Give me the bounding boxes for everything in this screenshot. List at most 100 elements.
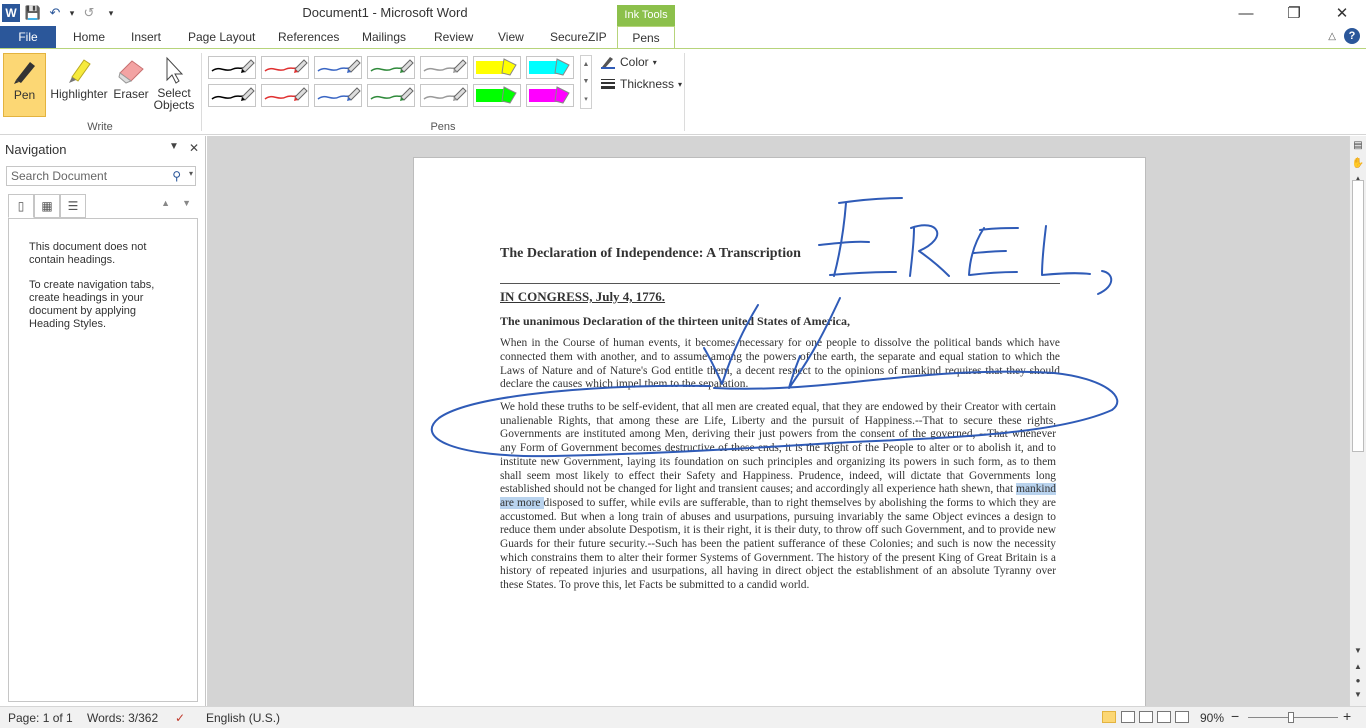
gallery-up-icon[interactable]: ▲ (583, 61, 590, 68)
window-title: Document1 - Microsoft Word (302, 5, 468, 20)
language-indicator[interactable]: English (U.S.) (206, 711, 280, 725)
pen-swatch[interactable] (526, 84, 574, 107)
tab-securezip[interactable]: SecureZIP (550, 26, 607, 48)
proofing-icon[interactable]: ✓ (175, 711, 185, 725)
pen-swatch[interactable] (314, 56, 362, 79)
gallery-down-icon[interactable]: ▼ (583, 78, 590, 85)
document-title[interactable]: The Declaration of Independence: A Trans… (500, 246, 801, 262)
eraser-icon (118, 60, 144, 84)
scroll-thumb[interactable] (1352, 180, 1364, 452)
ribbon: Pen Highlighter Eraser Select Objects Wr… (0, 48, 1366, 135)
navigation-title: Navigation (5, 142, 67, 157)
congress-heading[interactable]: IN CONGRESS, July 4, 1776. (500, 289, 665, 305)
ink-tools-contextual-label: Ink Tools (617, 5, 675, 26)
ink-stroke (968, 227, 1019, 276)
pen-swatch[interactable] (473, 56, 521, 79)
word-count[interactable]: Words: 3/362 (87, 711, 158, 725)
pen-gallery-scroll[interactable]: ▲ ▼ ▾ (580, 55, 592, 109)
ink-stroke (1041, 225, 1091, 276)
search-icon[interactable]: ⚲ (172, 169, 181, 183)
group-divider (684, 53, 685, 131)
full-screen-reading-icon[interactable] (1121, 711, 1135, 723)
pen-swatch[interactable] (420, 56, 468, 79)
document-area: The Declaration of Independence: A Trans… (207, 136, 1349, 706)
write-group: Pen Highlighter Eraser Select Objects Wr… (0, 49, 200, 135)
ink-stroke (818, 197, 903, 277)
tab-pens[interactable]: Pens (617, 26, 675, 48)
scroll-down-icon[interactable]: ▼ (1350, 646, 1366, 655)
pen-swatch[interactable] (367, 56, 415, 79)
search-options-icon[interactable]: ▾ (189, 169, 193, 178)
document-page[interactable]: The Declaration of Independence: A Trans… (413, 157, 1146, 706)
pen-color-icon (601, 57, 615, 69)
previous-heading-icon[interactable]: ▲ (161, 198, 170, 208)
pen-button[interactable]: Pen (3, 53, 46, 117)
pen-swatch[interactable] (420, 84, 468, 107)
minimize-button[interactable]: — (1222, 0, 1270, 26)
paragraph-1[interactable]: When in the Course of human events, it b… (500, 337, 1060, 392)
eraser-button[interactable]: Eraser (112, 53, 150, 117)
tab-mailings[interactable]: Mailings (362, 26, 406, 48)
ink-stroke (1097, 270, 1113, 295)
color-button[interactable]: Color ▾ (600, 55, 657, 69)
vertical-scrollbar[interactable]: ▤ ✋ ▲ ▼ ▲ ● ▼ (1349, 136, 1366, 706)
pen-swatch[interactable] (208, 56, 256, 79)
ribbon-tabs: File Home Insert Page Layout References … (0, 26, 1366, 48)
document-subtitle[interactable]: The unanimous Declaration of the thirtee… (500, 314, 850, 329)
pen-swatch[interactable] (473, 84, 521, 107)
highlighter-button[interactable]: Highlighter (48, 53, 110, 117)
browse-headings-icon[interactable]: ▯ (8, 194, 34, 218)
zoom-in-icon[interactable]: + (1343, 708, 1351, 724)
help-icon[interactable]: ? (1344, 28, 1360, 44)
pen-icon (13, 62, 35, 84)
tab-view[interactable]: View (498, 26, 524, 48)
collapse-ribbon-icon[interactable]: △ (1328, 31, 1336, 42)
paragraph-2[interactable]: We hold these truths to be self-evident,… (500, 401, 1056, 593)
title-rule (500, 283, 1060, 284)
previous-page-icon[interactable]: ▲ (1350, 662, 1366, 671)
zoom-level[interactable]: 90% (1200, 711, 1224, 725)
web-layout-icon[interactable] (1139, 711, 1153, 723)
create-headings-hint: To create navigation tabs, create headin… (29, 279, 155, 330)
tab-references[interactable]: References (278, 26, 339, 48)
zoom-out-icon[interactable]: − (1231, 708, 1239, 724)
select-arrow-icon (166, 56, 184, 84)
tab-insert[interactable]: Insert (131, 26, 161, 48)
browse-results-icon[interactable]: ☰ (60, 194, 86, 218)
tab-file[interactable]: File (0, 26, 56, 48)
pen-swatch[interactable] (314, 84, 362, 107)
page-count[interactable]: Page: 1 of 1 (8, 711, 73, 725)
ink-stroke (909, 224, 950, 277)
next-heading-icon[interactable]: ▼ (182, 198, 191, 208)
close-pane-icon[interactable]: ✕ (189, 141, 199, 155)
select-browse-object-icon[interactable]: ● (1350, 676, 1366, 685)
pen-swatch[interactable] (261, 84, 309, 107)
draft-icon[interactable] (1175, 711, 1189, 723)
tab-home[interactable]: Home (73, 26, 105, 48)
gallery-more-icon[interactable]: ▾ (584, 95, 588, 103)
pen-swatch[interactable] (208, 84, 256, 107)
browse-pages-icon[interactable]: ▦ (34, 194, 60, 218)
close-button[interactable]: ✕ (1318, 0, 1366, 26)
search-document-input[interactable]: Search Document ⚲ ▾ (6, 166, 196, 186)
outline-icon[interactable] (1157, 711, 1171, 723)
hand-icon[interactable]: ✋ (1350, 158, 1366, 169)
pen-swatch[interactable] (261, 56, 309, 79)
select-objects-button[interactable]: Select Objects (152, 53, 196, 123)
restore-button[interactable]: ❐ (1270, 0, 1318, 26)
write-group-label: Write (87, 121, 113, 133)
zoom-slider-thumb[interactable] (1288, 712, 1294, 723)
pen-swatch[interactable] (367, 84, 415, 107)
pens-group-label: Pens (430, 121, 456, 133)
thickness-icon (601, 79, 615, 89)
pane-options-icon[interactable]: ▼ (169, 141, 179, 155)
navigation-content: This document does not contain headings.… (8, 218, 198, 702)
ruler-icon[interactable]: ▤ (1350, 140, 1366, 151)
navigation-pane: Navigation ▼ ✕ Search Document ⚲ ▾ ▯ ▦ ☰… (0, 136, 206, 706)
next-page-icon[interactable]: ▼ (1350, 690, 1366, 699)
print-layout-icon[interactable] (1102, 711, 1116, 723)
pen-swatch[interactable] (526, 56, 574, 79)
tab-review[interactable]: Review (434, 26, 473, 48)
tab-page-layout[interactable]: Page Layout (188, 26, 255, 48)
thickness-button[interactable]: Thickness ▾ (600, 77, 682, 91)
